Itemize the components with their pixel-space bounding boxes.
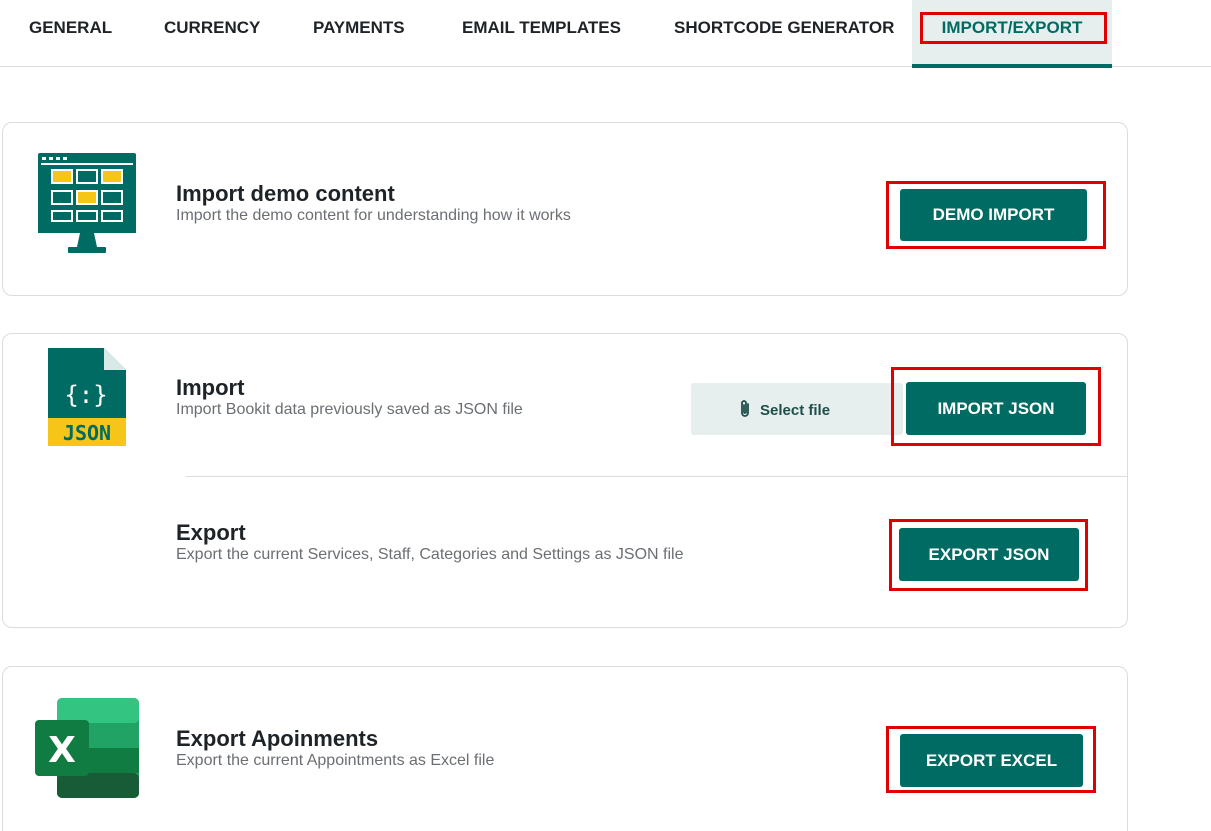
json-file-icon: {:} JSON xyxy=(48,348,126,446)
svg-text:X: X xyxy=(48,730,76,771)
export-json-button[interactable]: EXPORT JSON xyxy=(899,528,1079,581)
select-file-button[interactable]: Select file xyxy=(691,383,903,435)
demo-import-card: Import demo content Import the demo cont… xyxy=(2,122,1128,296)
import-description: Import Bookit data previously saved as J… xyxy=(176,401,523,418)
demo-import-description: Import the demo content for understandin… xyxy=(176,207,571,224)
monitor-dashboard-icon xyxy=(38,153,136,253)
export-title: Export xyxy=(176,520,246,545)
section-divider xyxy=(186,476,1127,477)
svg-text:JSON: JSON xyxy=(63,421,111,445)
tab-payments[interactable]: PAYMENTS xyxy=(313,0,405,67)
export-appointments-title: Export Apoinments xyxy=(176,726,379,751)
json-import-export-card: {:} JSON Import Import Bookit data previ… xyxy=(2,333,1128,628)
settings-tabs: GENERAL CURRENCY PAYMENTS EMAIL TEMPLATE… xyxy=(0,0,1211,68)
demo-import-title: Import demo content xyxy=(176,181,395,206)
export-appointments-description: Export the current Appointments as Excel… xyxy=(176,752,495,769)
tab-currency[interactable]: CURRENCY xyxy=(164,0,260,67)
export-excel-button[interactable]: EXPORT EXCEL xyxy=(900,734,1083,787)
select-file-label: Select file xyxy=(760,402,831,419)
demo-import-button[interactable]: DEMO IMPORT xyxy=(900,189,1087,241)
export-excel-card: X Export Apoinments Export the current A… xyxy=(2,666,1128,831)
tab-general[interactable]: GENERAL xyxy=(29,0,112,67)
paperclip-icon xyxy=(741,400,749,417)
tab-email-templates[interactable]: EMAIL TEMPLATES xyxy=(462,0,621,67)
import-json-button[interactable]: IMPORT JSON xyxy=(906,382,1086,435)
import-title: Import xyxy=(176,375,245,400)
excel-icon: X xyxy=(35,698,139,798)
svg-text:{:}: {:} xyxy=(64,381,107,409)
tab-import-export[interactable]: IMPORT/EXPORT xyxy=(912,0,1112,68)
export-description: Export the current Services, Staff, Cate… xyxy=(176,546,684,563)
tab-shortcode-generator[interactable]: SHORTCODE GENERATOR xyxy=(674,0,894,67)
